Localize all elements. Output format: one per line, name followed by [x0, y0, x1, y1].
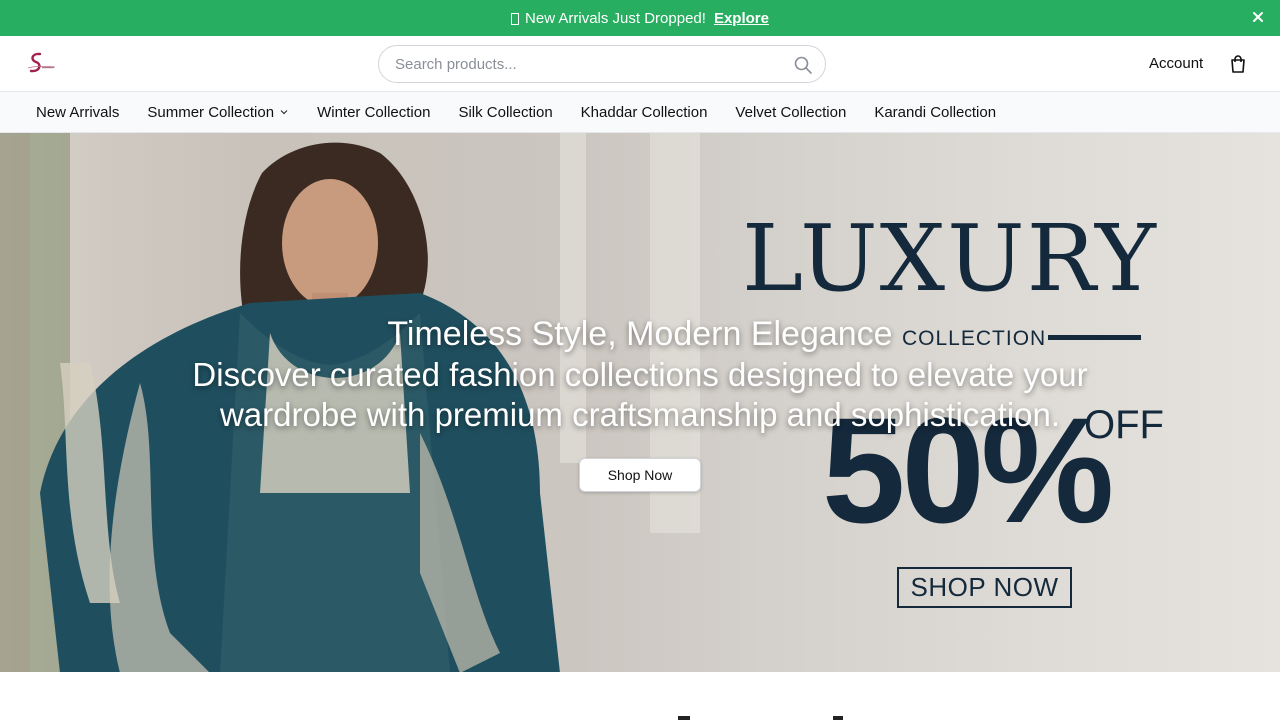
account-link[interactable]: Account — [1149, 55, 1203, 72]
main-nav: New Arrivals Summer Collection Winter Co… — [0, 92, 1280, 133]
nav-item-summer-collection[interactable]: Summer Collection — [147, 104, 289, 121]
nav-item-silk-collection[interactable]: Silk Collection — [458, 104, 552, 121]
close-icon[interactable] — [1250, 9, 1266, 25]
next-section-peek — [0, 672, 1280, 720]
nav-item-velvet-collection[interactable]: Velvet Collection — [735, 104, 846, 121]
box-icon — [511, 13, 520, 25]
nav-item-label: New Arrivals — [36, 103, 120, 121]
hero-title: Timeless Style, Modern Elegance — [387, 315, 893, 353]
hero-subtitle: Discover curated fashion collections des… — [192, 356, 1088, 433]
promo-luxury-text: LUXURY — [742, 205, 1158, 312]
nav-item-label: Summer Collection — [147, 103, 275, 121]
site-header: Account — [0, 36, 1280, 92]
nav-item-label: Winter Collection — [317, 103, 431, 121]
announcement-bar: New Arrivals Just Dropped! Explore — [0, 0, 1280, 36]
nav-item-khaddar-collection[interactable]: Khaddar Collection — [581, 104, 708, 121]
chevron-down-icon — [280, 110, 288, 115]
search-input[interactable] — [395, 46, 775, 82]
explore-link[interactable]: Explore — [714, 10, 769, 27]
nav-item-new-arrivals[interactable]: New Arrivals — [36, 104, 119, 121]
section-heading-fragment — [678, 716, 690, 720]
search-bar — [378, 45, 826, 83]
promo-shop-now[interactable]: SHOP NOW — [897, 567, 1072, 608]
shopping-bag-icon[interactable] — [1228, 54, 1248, 74]
section-heading-fragment — [833, 716, 843, 720]
nav-item-label: Silk Collection — [458, 103, 553, 121]
nav-item-label: Velvet Collection — [735, 103, 847, 121]
nav-item-karandi-collection[interactable]: Karandi Collection — [874, 104, 996, 121]
search-icon[interactable] — [793, 55, 813, 75]
nav-item-winter-collection[interactable]: Winter Collection — [317, 104, 430, 121]
shop-now-button[interactable]: Shop Now — [579, 458, 701, 492]
nav-item-label: Karandi Collection — [874, 103, 997, 121]
hero-banner[interactable]: LUXURY COLLECTION 50% OFF SHOP NOW Timel… — [0, 133, 1280, 672]
brand-logo[interactable] — [22, 50, 58, 78]
nav-item-label: Khaddar Collection — [580, 103, 708, 121]
announcement-message: New Arrivals Just Dropped! — [525, 9, 706, 27]
